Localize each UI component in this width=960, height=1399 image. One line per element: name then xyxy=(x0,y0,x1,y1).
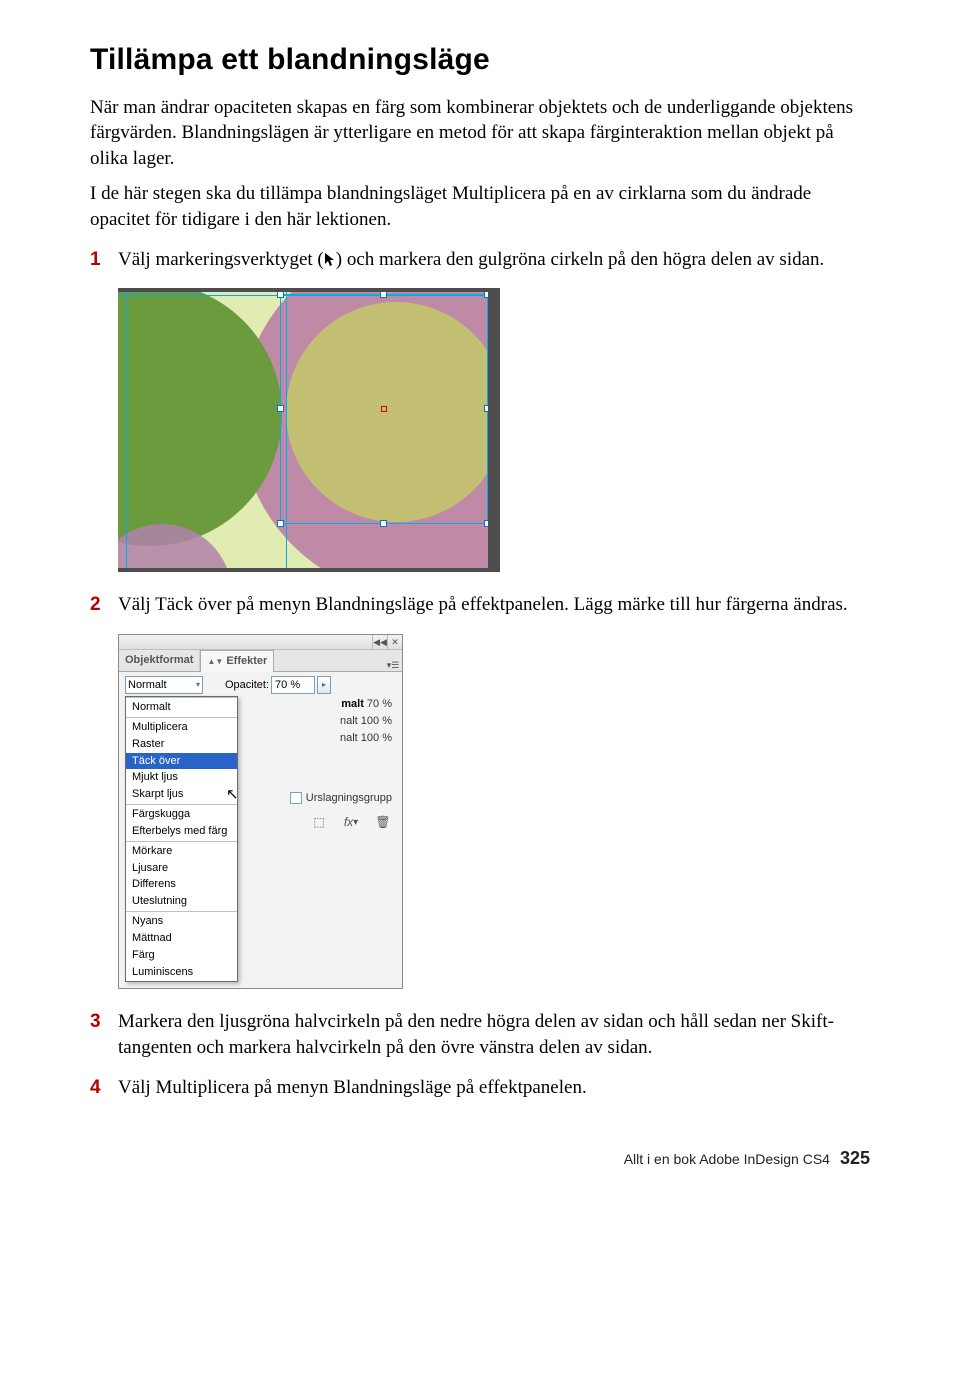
blend-option[interactable]: Mjukt ljus xyxy=(126,769,237,786)
fx-button[interactable]: fx▾ xyxy=(342,815,360,829)
tabstrip: Objektformat ▲▼Effekter ▾☰ xyxy=(119,650,402,672)
chevron-down-icon: ▾ xyxy=(196,680,200,691)
blend-option[interactable]: Nyans xyxy=(126,913,237,930)
step-2-text: Välj Täck över på menyn Blandningsläge p… xyxy=(118,594,848,615)
handle-icon xyxy=(484,520,488,527)
blend-option[interactable]: Differens xyxy=(126,876,237,893)
page-footer: Allt i en bok Adobe InDesign CS4 325 xyxy=(90,1146,870,1170)
guide-vertical-left xyxy=(126,292,127,568)
book-title: Allt i en bok Adobe InDesign CS4 xyxy=(624,1150,830,1169)
green-circle xyxy=(118,292,282,546)
blend-option[interactable]: Efterbelys med färg xyxy=(126,823,237,840)
intro-block: När man ändrar opaciteten skapas en färg… xyxy=(90,95,870,233)
page-number: 325 xyxy=(840,1146,870,1170)
blend-option[interactable]: Raster xyxy=(126,736,237,753)
artboard xyxy=(118,292,488,568)
small-purple-circle xyxy=(118,524,232,568)
blend-option[interactable]: Multiplicera xyxy=(126,719,237,736)
trash-icon[interactable]: 🗑 xyxy=(374,815,392,829)
blend-mode-dropdown[interactable]: Normalt ▾ xyxy=(125,676,203,694)
blend-option[interactable]: Skarpt ljus xyxy=(126,786,237,803)
panel-menu-icon[interactable]: ▾☰ xyxy=(384,659,402,671)
blend-option-selected[interactable]: Täck över xyxy=(126,753,237,770)
heading: Tillämpa ett blandningsläge xyxy=(90,40,870,81)
blend-option[interactable]: Normalt xyxy=(126,699,237,716)
handle-icon xyxy=(484,292,488,298)
handle-icon xyxy=(277,405,284,412)
center-point-icon xyxy=(381,406,387,412)
blend-option[interactable]: Ljusare xyxy=(126,860,237,877)
handle-icon xyxy=(484,405,488,412)
panel-row-mode: Normalt ▾ Opacitet: 70 % ▸ xyxy=(125,676,396,694)
step-list: Välj markeringsverktyget ( ) och markera … xyxy=(90,247,870,1101)
selection-tool-icon xyxy=(324,252,336,267)
blend-option[interactable]: Uteslutning xyxy=(126,893,237,910)
opacity-slider-button[interactable]: ▸ xyxy=(317,676,331,694)
tab-updown-icon: ▲▼ xyxy=(207,657,223,666)
step-4: Välj Multiplicera på menyn Blandningsläg… xyxy=(90,1075,870,1101)
blend-option[interactable]: Luminiscens xyxy=(126,964,237,981)
tab-objektformat[interactable]: Objektformat xyxy=(119,650,200,671)
handle-icon xyxy=(277,292,284,298)
close-icon[interactable]: ✕ xyxy=(387,635,402,649)
blend-mode-value: Normalt xyxy=(128,678,167,693)
intro-para-1: När man ändrar opaciteten skapas en färg… xyxy=(90,95,870,172)
step-3: Markera den ljusgröna halvcirkeln på den… xyxy=(90,1009,870,1060)
panel-topbar: ◀◀ ✕ xyxy=(119,635,402,650)
step-4-text: Välj Multiplicera på menyn Blandningsläg… xyxy=(118,1077,587,1098)
handle-icon xyxy=(277,520,284,527)
cursor-icon: ↖ xyxy=(226,785,239,805)
panel-right-info: malt 70 % nalt 100 % nalt 100 % Urslagni… xyxy=(238,694,398,831)
blend-mode-list: ↖ Normalt Multiplicera Raster Täck över … xyxy=(125,696,238,983)
step-1-text-b: ) och markera den gulgröna cirkeln på de… xyxy=(336,249,825,270)
step-1: Välj markeringsverktyget ( ) och markera … xyxy=(90,247,870,573)
blend-option[interactable]: Färgskugga xyxy=(126,806,237,823)
canvas-screenshot xyxy=(118,288,500,572)
handle-icon xyxy=(380,292,387,298)
tab-effekter[interactable]: ▲▼Effekter xyxy=(200,650,274,672)
effects-panel-screenshot: ◀◀ ✕ Objektformat ▲▼Effekter ▾☰ Normalt … xyxy=(118,634,403,990)
step-3-text: Markera den ljusgröna halvcirkeln på den… xyxy=(118,1011,834,1058)
opacity-control: Opacitet: 70 % ▸ xyxy=(225,676,331,694)
intro-para-2: I de här stegen ska du tillämpa blandnin… xyxy=(90,181,870,232)
opacity-label: Opacitet: xyxy=(225,678,269,693)
step-1-text-a: Välj markeringsverktyget ( xyxy=(118,249,324,270)
blend-option[interactable]: Mörkare xyxy=(126,843,237,860)
opacity-input[interactable]: 70 % xyxy=(271,676,315,694)
knockout-checkbox[interactable]: Urslagningsgrupp xyxy=(244,791,392,806)
blend-option[interactable]: Färg xyxy=(126,947,237,964)
collapse-icon[interactable]: ◀◀ xyxy=(372,635,387,649)
panel-body: Normalt ▾ Opacitet: 70 % ▸ ↖ Normalt xyxy=(119,672,402,989)
checkbox-icon xyxy=(290,792,302,804)
selection-frame xyxy=(280,294,488,524)
blend-option[interactable]: Mättnad xyxy=(126,930,237,947)
clear-override-icon[interactable]: ⬚ xyxy=(310,815,328,829)
step-2: Välj Täck över på menyn Blandningsläge p… xyxy=(90,592,870,989)
handle-icon xyxy=(380,520,387,527)
panel-icon-row: ⬚ fx▾ 🗑 xyxy=(244,815,392,829)
